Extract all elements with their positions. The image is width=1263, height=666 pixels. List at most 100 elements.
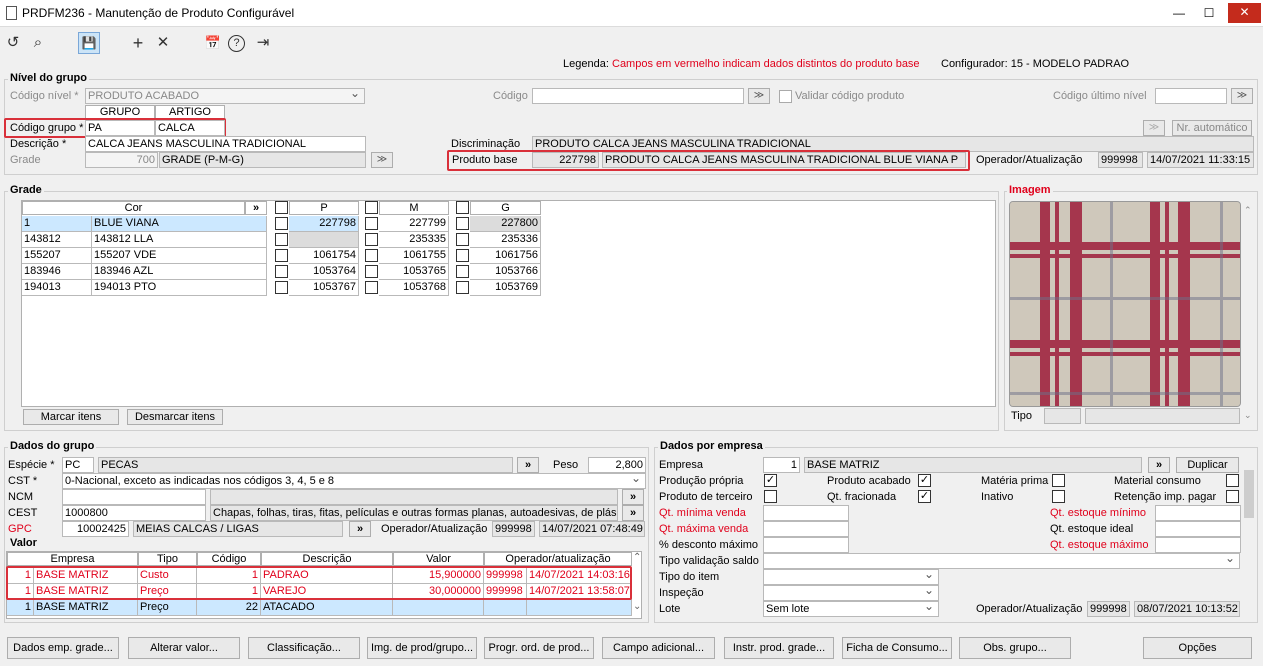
row-g[interactable]: 235336: [470, 232, 541, 248]
codigo-nivel-select[interactable]: PRODUTO ACABADO: [85, 88, 365, 104]
qt-min-venda-input[interactable]: [763, 505, 849, 521]
inspecao-select[interactable]: [763, 585, 939, 601]
valor-scroll-up-icon[interactable]: ⌃: [633, 552, 641, 563]
artigo-input[interactable]: CALCA: [155, 120, 225, 136]
calendar-icon[interactable]: 📅: [203, 33, 223, 53]
codigo-ultimo-lookup-button[interactable]: ≫: [1231, 88, 1253, 104]
descricao-input[interactable]: CALCA JEANS MASCULINA TRADICIONAL: [85, 136, 366, 152]
row-p[interactable]: 1053764: [289, 264, 359, 280]
row-m[interactable]: 235335: [379, 232, 449, 248]
ncm-lookup-button[interactable]: »: [622, 489, 644, 505]
codigo-ultimo-input[interactable]: [1155, 88, 1227, 104]
row-g[interactable]: 1053766: [470, 264, 541, 280]
row-g-checkbox[interactable]: [456, 265, 469, 278]
row-m-checkbox[interactable]: [365, 217, 378, 230]
material-consumo-checkbox[interactable]: [1226, 474, 1239, 487]
alterar-valor-button[interactable]: Alterar valor...: [128, 637, 240, 659]
size-p-checkbox[interactable]: [275, 201, 288, 214]
scroll-up-icon[interactable]: ⌃: [1244, 205, 1252, 216]
dados-emp-grade-button[interactable]: Dados emp. grade...: [7, 637, 119, 659]
grupo-input[interactable]: PA: [85, 120, 155, 136]
nr-lookup-button[interactable]: ≫: [1143, 120, 1165, 136]
opcoes-button[interactable]: Opções: [1143, 637, 1252, 659]
gpc-lookup-button[interactable]: »: [349, 521, 371, 537]
row-g[interactable]: 227800: [470, 216, 541, 232]
empresa-lookup-button[interactable]: »: [1148, 457, 1170, 473]
obs-grupo-button[interactable]: Obs. grupo...: [959, 637, 1071, 659]
row-p-checkbox[interactable]: [275, 217, 288, 230]
materia-prima-checkbox[interactable]: [1052, 474, 1065, 487]
empresa-scrollbar[interactable]: [1244, 470, 1254, 518]
gpc-code[interactable]: 10002425: [62, 521, 129, 537]
especie-lookup-button[interactable]: »: [517, 457, 539, 473]
row-p-checkbox[interactable]: [275, 249, 288, 262]
row-p[interactable]: 227798: [289, 216, 359, 232]
instr-prod-grade-button[interactable]: Instr. prod. grade...: [724, 637, 834, 659]
row-p-checkbox[interactable]: [275, 233, 288, 246]
size-m-checkbox[interactable]: [365, 201, 378, 214]
tipo-validacao-select[interactable]: [763, 553, 1240, 569]
nr-automatico-button[interactable]: Nr. automático: [1172, 120, 1252, 136]
row-g-checkbox[interactable]: [456, 217, 469, 230]
row-m-checkbox[interactable]: [365, 249, 378, 262]
desmarcar-itens-button[interactable]: Desmarcar itens: [127, 409, 223, 425]
row-m-checkbox[interactable]: [365, 265, 378, 278]
validar-checkbox[interactable]: [779, 90, 792, 103]
qt-est-max-input[interactable]: [1155, 537, 1241, 553]
empresa-num-input[interactable]: 1: [763, 457, 800, 473]
lote-select[interactable]: Sem lote: [763, 601, 939, 617]
size-g-checkbox[interactable]: [456, 201, 469, 214]
ncm-input[interactable]: [62, 489, 206, 505]
maximize-button[interactable]: ☐: [1196, 4, 1222, 22]
row-m[interactable]: 1053768: [379, 280, 449, 296]
cor-more-button[interactable]: »: [245, 201, 267, 215]
duplicar-button[interactable]: Duplicar: [1176, 457, 1239, 473]
help-icon[interactable]: ?: [228, 35, 245, 52]
row-p[interactable]: 1053767: [289, 280, 359, 296]
scroll-down-icon[interactable]: ⌄: [1244, 410, 1252, 421]
grade-num-input[interactable]: 700: [85, 152, 158, 168]
row-p-checkbox[interactable]: [275, 281, 288, 294]
add-icon[interactable]: +: [128, 33, 148, 53]
marcar-itens-button[interactable]: Marcar itens: [23, 409, 119, 425]
row-p[interactable]: [289, 232, 359, 248]
undo-icon[interactable]: ↺: [3, 33, 23, 53]
row-g[interactable]: 1053769: [470, 280, 541, 296]
search-icon[interactable]: ⌕: [28, 33, 48, 53]
cst-select[interactable]: 0-Nacional, exceto as indicadas nos códi…: [62, 473, 646, 489]
grade-lookup-button[interactable]: ≫: [371, 152, 393, 168]
row-g-checkbox[interactable]: [456, 281, 469, 294]
row-m[interactable]: 1061755: [379, 248, 449, 264]
valor-scroll-down-icon[interactable]: ⌄: [633, 601, 641, 612]
produto-terceiro-checkbox[interactable]: [764, 490, 777, 503]
especie-code[interactable]: PC: [62, 457, 94, 473]
qt-est-ideal-input[interactable]: [1155, 521, 1241, 537]
ficha-consumo-button[interactable]: Ficha de Consumo...: [842, 637, 952, 659]
row-m-checkbox[interactable]: [365, 281, 378, 294]
pct-desconto-input[interactable]: [763, 537, 849, 553]
qt-est-min-input[interactable]: [1155, 505, 1241, 521]
codigo-input[interactable]: [532, 88, 744, 104]
qt-fracionada-checkbox[interactable]: ✓: [918, 490, 931, 503]
row-p[interactable]: 1061754: [289, 248, 359, 264]
cest-lookup-button[interactable]: »: [622, 505, 644, 521]
row-m[interactable]: 227799: [379, 216, 449, 232]
codigo-lookup-button[interactable]: ≫: [748, 88, 770, 104]
close-window-button[interactable]: ✕: [1228, 3, 1261, 23]
row-m-checkbox[interactable]: [365, 233, 378, 246]
retencao-checkbox[interactable]: [1226, 490, 1239, 503]
exit-icon[interactable]: ⇥: [253, 33, 273, 53]
classificacao-button[interactable]: Classificação...: [248, 637, 360, 659]
tipo-item-select[interactable]: [763, 569, 939, 585]
row-g-checkbox[interactable]: [456, 249, 469, 262]
close-icon[interactable]: ✕: [153, 33, 173, 53]
cest-input[interactable]: 1000800: [62, 505, 206, 521]
progr-ord-prod-button[interactable]: Progr. ord. de prod...: [484, 637, 594, 659]
img-prod-grupo-button[interactable]: Img. de prod/grupo...: [367, 637, 477, 659]
qt-max-venda-input[interactable]: [763, 521, 849, 537]
row-m[interactable]: 1053765: [379, 264, 449, 280]
producao-propria-checkbox[interactable]: ✓: [764, 474, 777, 487]
row-g-checkbox[interactable]: [456, 233, 469, 246]
produto-acabado-checkbox[interactable]: ✓: [918, 474, 931, 487]
inativo-checkbox[interactable]: [1052, 490, 1065, 503]
